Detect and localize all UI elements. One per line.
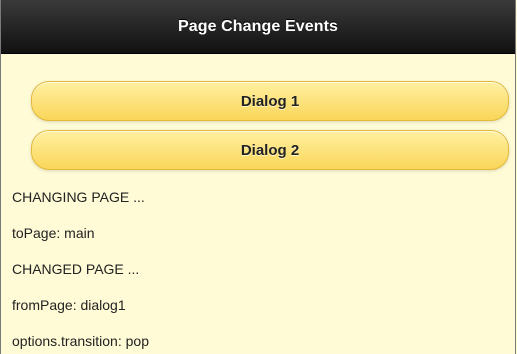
log-line: CHANGING PAGE ...	[12, 189, 145, 205]
dialog-1-button-label: Dialog 1	[240, 92, 300, 110]
dialog-2-button[interactable]: Dialog 2	[31, 130, 509, 170]
app-window: Page Change Events Dialog 1 Dialog 2 CHA…	[0, 0, 516, 354]
page-title: Page Change Events	[177, 17, 339, 35]
dialog-2-button-label: Dialog 2	[240, 141, 300, 159]
log-line: options.transition: pop	[12, 333, 149, 349]
dialog-1-button[interactable]: Dialog 1	[31, 81, 509, 121]
event-log: CHANGING PAGE ... toPage: main CHANGED P…	[12, 182, 149, 354]
log-line: toPage: main	[12, 225, 95, 241]
page-header: Page Change Events	[1, 0, 515, 54]
log-line: fromPage: dialog1	[12, 297, 126, 313]
log-line: CHANGED PAGE ...	[12, 261, 140, 277]
